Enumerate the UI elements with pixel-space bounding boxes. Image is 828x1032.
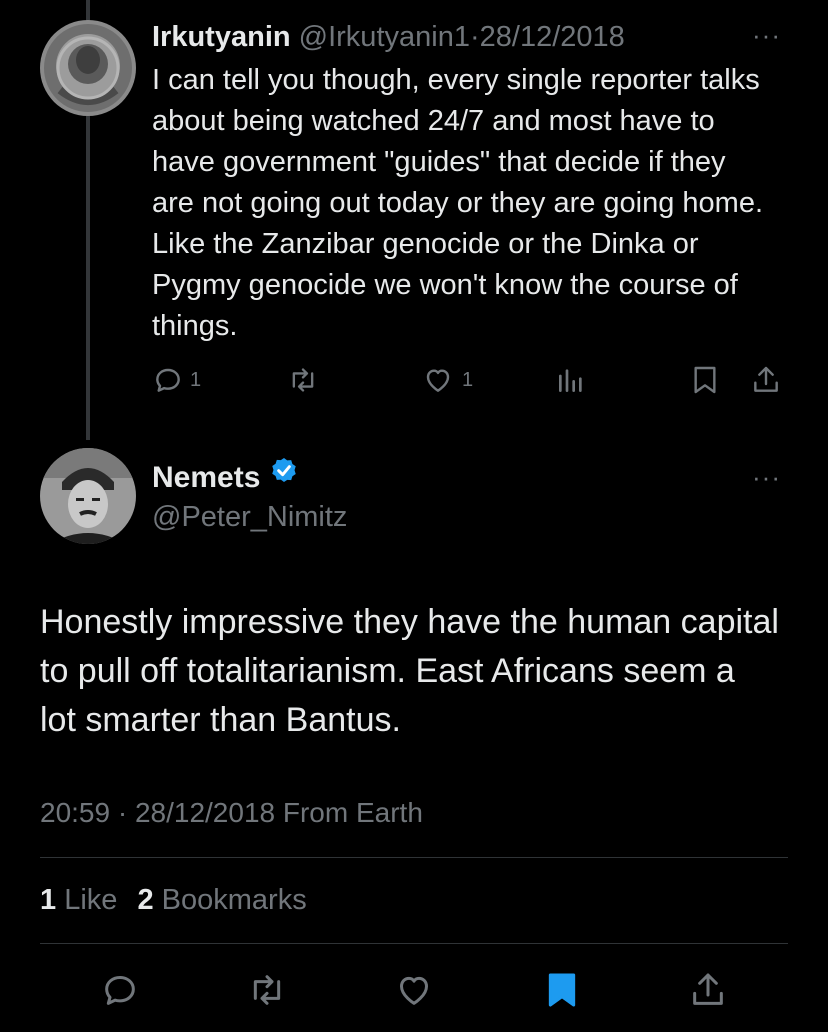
share-icon [750,364,782,396]
reply-more-options-button[interactable]: ··· [752,20,781,51]
reply-reply-button[interactable]: 1 [152,364,201,396]
verified-badge-icon[interactable] [268,456,300,499]
reply-header: Irkutyanin @Irkutyanin1·28/12/2018 [152,18,625,56]
reply-reply-count: 1 [190,368,202,391]
likes-label: Like [64,884,118,916]
main-repost-button[interactable] [245,970,289,1015]
bookmarks-label: Bookmarks [161,884,307,916]
share-icon [688,973,728,1014]
reply-date[interactable]: 28/12/2018 [480,21,625,53]
reply-separator: · [469,21,480,53]
main-more-options-button[interactable]: ··· [752,462,781,493]
main-bookmark-button[interactable] [543,970,581,1015]
reply-like-button[interactable]: 1 [422,364,473,396]
reply-icon [152,364,184,396]
likes-count: 1 [40,884,57,916]
reply-icon [100,976,140,1014]
divider-bottom [40,943,788,944]
reply-author-avatar[interactable] [40,20,136,116]
main-tweet-text: Honestly impressive they have the human … [40,603,779,739]
reply-author-handle[interactable]: @Irkutyanin1 [299,21,470,53]
bookmarks-stat[interactable]: 2 Bookmarks [137,884,306,916]
bookmarks-count: 2 [137,884,154,916]
likes-stat[interactable]: 1 Like [40,884,117,916]
main-author-avatar[interactable] [40,448,136,544]
reply-views-button[interactable] [556,364,586,396]
heart-icon [422,364,454,396]
reply-author-name[interactable]: Irkutyanin [152,21,291,53]
reply-bookmark-button[interactable] [690,364,720,396]
main-tweet-meta[interactable]: 20:59 · 28/12/2018 From Earth [40,794,423,832]
reply-text: I can tell you though, every single repo… [152,64,764,342]
main-like-button[interactable] [394,970,434,1015]
engagement-stats: 1 Like 2 Bookmarks [40,880,307,920]
reply-repost-button[interactable] [286,364,320,396]
main-reply-button[interactable] [100,970,140,1015]
main-author-name[interactable]: Nemets [152,458,260,498]
main-share-button[interactable] [688,970,728,1015]
reply-like-count: 1 [462,368,474,391]
repost-icon [286,364,320,396]
views-icon [556,364,586,396]
bookmark-icon [543,973,581,1014]
main-author-name-row: Nemets [152,456,300,499]
divider-top [40,857,788,858]
main-author-handle[interactable]: @Peter_Nimitz [152,498,347,536]
heart-icon [394,976,434,1014]
bookmark-icon [690,364,720,396]
repost-icon [245,975,289,1014]
reply-share-button[interactable] [750,364,782,396]
